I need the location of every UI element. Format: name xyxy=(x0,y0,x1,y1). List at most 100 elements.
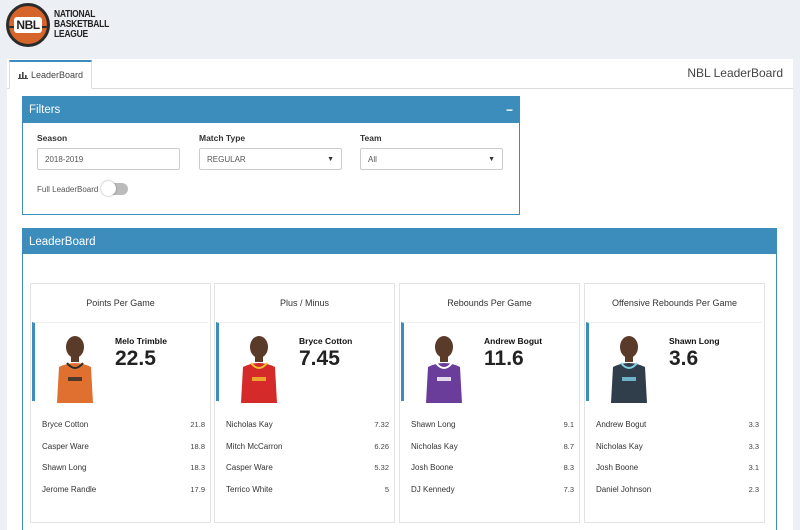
list-item: Shawn Long 18.3 xyxy=(42,457,205,479)
stat-card: Rebounds Per Game Andrew Bogut 11.6 Shawn L… xyxy=(399,283,580,523)
list-item: Nicholas Kay 3.3 xyxy=(596,436,759,458)
full-leaderboard-toggle[interactable] xyxy=(101,181,129,196)
season-input[interactable]: 2018-2019 xyxy=(37,148,180,170)
team-select[interactable]: All ▼ xyxy=(360,148,503,170)
featured-player: Shawn Long 3.6 xyxy=(586,322,762,403)
ranking-list: Nicholas Kay 7.32 Mitch McCarron 6.26 Casper… xyxy=(226,414,389,500)
ranking-list: Andrew Bogut 3.3 Nicholas Kay 3.3 Josh Boone… xyxy=(596,414,759,500)
player-stat-value: 7.32 xyxy=(374,420,389,430)
page-title: NBL LeaderBoard xyxy=(687,66,783,80)
player-name: Casper Ware xyxy=(226,463,273,473)
player-name: Jerome Randle xyxy=(42,485,97,495)
ranking-list: Bryce Cotton 21.8 Casper Ware 18.8 Shawn Lon… xyxy=(42,414,205,500)
player-stat-value: 17.9 xyxy=(190,485,205,495)
leader-stat-value: 22.5 xyxy=(115,347,156,370)
player-name: Nicholas Kay xyxy=(596,441,643,451)
list-item: Casper Ware 5.32 xyxy=(226,457,389,479)
bar-chart-icon xyxy=(18,72,28,79)
season-value: 2018-2019 xyxy=(45,154,84,164)
player-photo xyxy=(426,336,462,403)
player-stat-value: 3.3 xyxy=(748,441,759,451)
leaderboard-header: LeaderBoard xyxy=(23,229,776,254)
stat-title: Rebounds Per Game xyxy=(447,298,532,308)
player-name: Shawn Long xyxy=(411,420,456,430)
list-item: DJ Kennedy 7.3 xyxy=(411,479,574,501)
stat-title: Points Per Game xyxy=(86,298,155,308)
logo-wordmark: NATIONAL BASKETBALL LEAGUE xyxy=(54,10,119,40)
player-name: Daniel Johnson xyxy=(596,485,652,495)
ranking-list: Shawn Long 9.1 Nicholas Kay 8.7 Josh Boone 8.… xyxy=(411,414,574,500)
top-header: NBL NATIONAL BASKETBALL LEAGUE xyxy=(0,0,800,59)
player-name: Josh Boone xyxy=(411,463,454,473)
match-type-filter: Match Type REGULAR ▼ xyxy=(199,133,342,170)
player-name: Terrico White xyxy=(226,485,273,495)
stat-card: Offensive Rebounds Per Game Shawn Long 3.6… xyxy=(584,283,765,523)
list-item: Mitch McCarron 6.26 xyxy=(226,436,389,458)
team-label: Team xyxy=(360,133,382,143)
list-item: Andrew Bogut 3.3 xyxy=(596,414,759,436)
list-item: Casper Ware 18.8 xyxy=(42,436,205,458)
player-stat-value: 2.3 xyxy=(748,485,759,495)
leader-name: Melo Trimble xyxy=(115,336,167,346)
list-item: Jerome Randle 17.9 xyxy=(42,479,205,501)
player-stat-value: 8.3 xyxy=(563,463,574,473)
list-item: Nicholas Kay 8.7 xyxy=(411,436,574,458)
season-label: Season xyxy=(37,133,68,143)
toggle-knob xyxy=(101,181,117,196)
player-stat-value: 5.32 xyxy=(374,463,389,473)
tab-leaderboard[interactable]: LeaderBoard xyxy=(9,60,93,89)
leaderboard-title: LeaderBoard xyxy=(29,235,96,248)
player-stat-value: 3.1 xyxy=(748,463,759,473)
leader-stat-value: 11.6 xyxy=(484,347,524,370)
team-filter: Team All ▼ xyxy=(360,133,503,170)
nbl-logo[interactable]: NBL NATIONAL BASKETBALL LEAGUE xyxy=(6,3,119,47)
player-photo xyxy=(241,336,277,403)
featured-player: Melo Trimble 22.5 xyxy=(32,322,208,403)
basketball-logo-icon: NBL xyxy=(6,3,50,47)
filters-panel: Filters − Season 2018-2019 Match Type RE… xyxy=(22,96,520,215)
list-item: Shawn Long 9.1 xyxy=(411,414,574,436)
main-content: LeaderBoard NBL LeaderBoard Filters − Se… xyxy=(7,59,793,530)
leader-stat-value: 3.6 xyxy=(669,347,699,370)
player-name: Bryce Cotton xyxy=(42,420,89,430)
match-type-value: REGULAR xyxy=(207,154,246,164)
player-stat-value: 18.3 xyxy=(190,463,205,473)
player-name: Josh Boone xyxy=(596,463,639,473)
tab-bar: LeaderBoard NBL LeaderBoard xyxy=(7,59,793,89)
logo-badge-text: NBL xyxy=(14,17,42,33)
full-leaderboard-label: Full LeaderBoard xyxy=(37,184,99,194)
player-name: Casper Ware xyxy=(42,441,89,451)
stat-card: Plus / Minus Bryce Cotton 7.45 Nicholas Kay… xyxy=(214,283,395,523)
player-name: Andrew Bogut xyxy=(596,420,647,430)
player-photo xyxy=(57,336,93,403)
player-stat-value: 7.3 xyxy=(563,485,574,495)
featured-player: Bryce Cotton 7.45 xyxy=(216,322,392,403)
match-type-select[interactable]: REGULAR ▼ xyxy=(199,148,342,170)
player-name: DJ Kennedy xyxy=(411,485,455,495)
player-name: Nicholas Kay xyxy=(411,441,458,451)
player-stat-value: 21.8 xyxy=(190,420,205,430)
leader-name: Bryce Cotton xyxy=(299,336,353,346)
leader-name: Andrew Bogut xyxy=(484,336,543,346)
featured-player: Andrew Bogut 11.6 xyxy=(401,322,577,403)
player-stat-value: 9.1 xyxy=(563,420,574,430)
leader-name: Shawn Long xyxy=(669,336,720,346)
collapse-button[interactable]: − xyxy=(506,103,513,117)
stat-title: Plus / Minus xyxy=(279,298,330,308)
logo-line: LEAGUE xyxy=(54,29,88,40)
player-stat-value: 5 xyxy=(384,485,389,495)
player-name: Mitch McCarron xyxy=(226,441,283,451)
filters-header: Filters − xyxy=(23,97,519,123)
list-item: Josh Boone 3.1 xyxy=(596,457,759,479)
caret-down-icon: ▼ xyxy=(327,155,334,163)
full-leaderboard-row: Full LeaderBoard xyxy=(37,181,129,196)
player-name: Shawn Long xyxy=(42,463,87,473)
tab-label: LeaderBoard xyxy=(31,70,84,80)
list-item: Josh Boone 8.3 xyxy=(411,457,574,479)
player-photo xyxy=(611,336,647,403)
player-stat-value: 8.7 xyxy=(563,441,574,451)
stat-card: Points Per Game Melo Trimble 22.5 Bryce Cot… xyxy=(30,283,211,523)
team-value: All xyxy=(368,154,377,164)
player-name: Nicholas Kay xyxy=(226,420,273,430)
caret-down-icon: ▼ xyxy=(488,155,495,163)
